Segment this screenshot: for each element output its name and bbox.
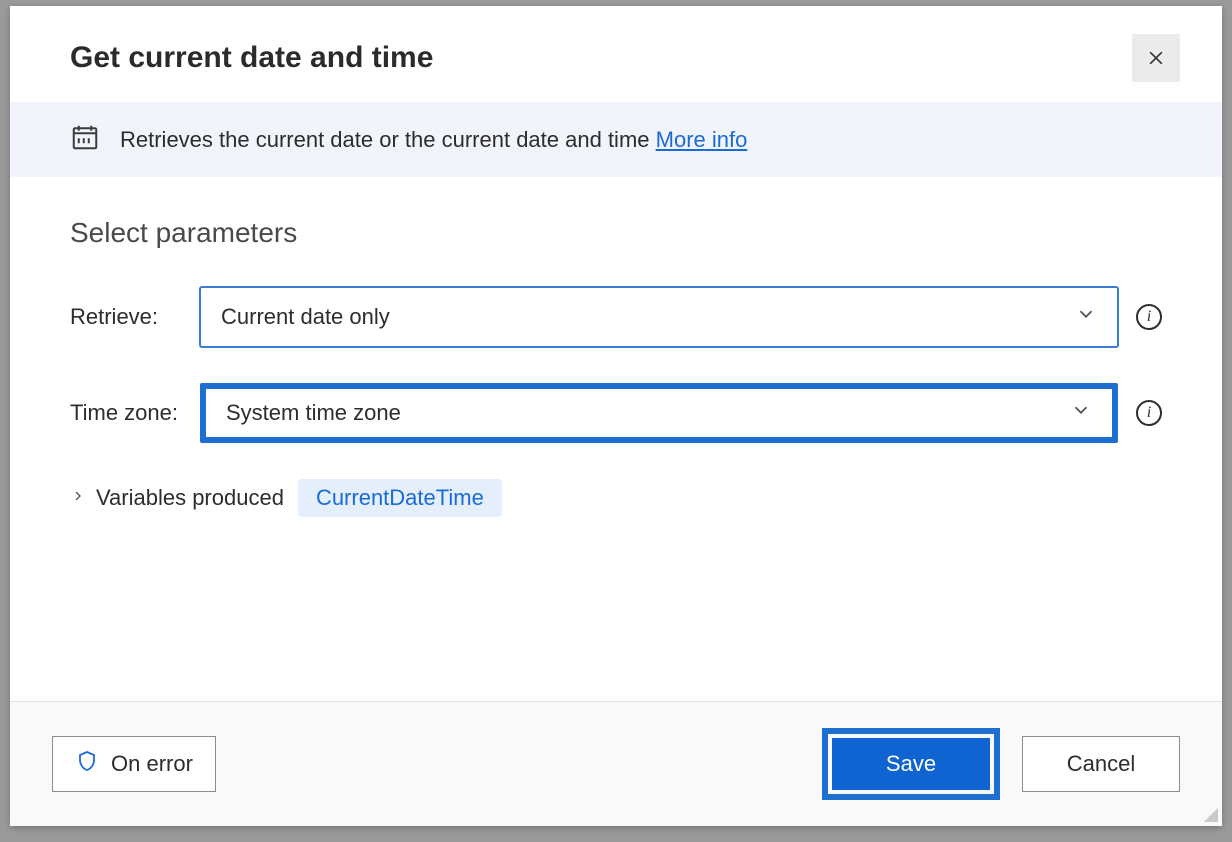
timezone-info-icon[interactable] (1136, 400, 1162, 426)
section-title: Select parameters (70, 217, 1162, 249)
dialog-description: Retrieves the current date or the curren… (120, 127, 747, 153)
variables-row: Variables produced CurrentDateTime (70, 479, 1162, 517)
dialog-body: Select parameters Retrieve: Current date… (10, 177, 1222, 701)
viewport: Get current date and time (0, 0, 1232, 842)
dialog: Get current date and time (10, 6, 1222, 826)
variables-toggle-label: Variables produced (96, 485, 284, 511)
close-button[interactable] (1132, 34, 1180, 82)
timezone-label: Time zone: (70, 400, 200, 426)
on-error-label: On error (111, 751, 193, 777)
param-row-retrieve: Retrieve: Current date only (70, 287, 1162, 347)
cancel-button[interactable]: Cancel (1022, 736, 1180, 792)
dialog-header: Get current date and time (10, 6, 1222, 102)
variables-toggle[interactable]: Variables produced (70, 485, 284, 511)
description-text: Retrieves the current date or the curren… (120, 127, 650, 152)
param-row-timezone: Time zone: System time zone (70, 383, 1162, 443)
info-banner: Retrieves the current date or the curren… (10, 102, 1222, 177)
close-icon (1146, 48, 1166, 68)
calendar-icon (70, 122, 100, 157)
retrieve-info-icon[interactable] (1136, 304, 1162, 330)
dialog-footer: On error Save Cancel (10, 701, 1222, 826)
chevron-down-icon (1070, 399, 1092, 427)
save-button[interactable]: Save (832, 738, 990, 790)
chevron-down-icon (1075, 303, 1097, 331)
timezone-value: System time zone (226, 400, 401, 426)
timezone-dropdown[interactable]: System time zone (200, 383, 1118, 443)
retrieve-dropdown[interactable]: Current date only (200, 287, 1118, 347)
footer-right: Save Cancel (822, 728, 1180, 800)
shield-icon (75, 749, 99, 779)
retrieve-value: Current date only (221, 304, 390, 330)
dialog-title: Get current date and time (70, 41, 433, 75)
more-info-link[interactable]: More info (656, 127, 748, 152)
on-error-button[interactable]: On error (52, 736, 216, 792)
chevron-right-icon (70, 488, 86, 509)
variable-chip[interactable]: CurrentDateTime (298, 479, 502, 517)
retrieve-label: Retrieve: (70, 304, 200, 330)
save-highlight: Save (822, 728, 1000, 800)
